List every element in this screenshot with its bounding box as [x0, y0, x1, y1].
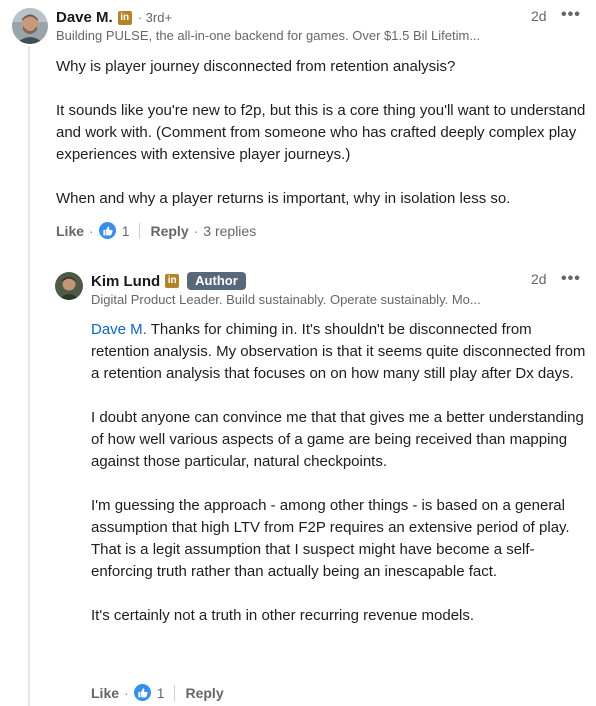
separator-dot: ·	[193, 222, 199, 239]
thumbs-up-icon[interactable]	[133, 684, 151, 701]
comment-timestamp: 2d	[531, 8, 547, 24]
reply-paragraph: I doubt anyone can convince me that that…	[91, 409, 584, 470]
more-options-icon[interactable]: •••	[561, 270, 581, 288]
reply-body: Dave M. Thanks for chiming in. It's shou…	[91, 319, 591, 627]
replies-count-link[interactable]: 3 replies	[203, 223, 256, 239]
reply-paragraph: It's certainly not a truth in other recu…	[91, 607, 475, 624]
avatar-dave[interactable]	[12, 8, 48, 44]
reply-author-headline: Digital Product Leader. Build sustainabl…	[91, 292, 481, 307]
more-options-icon[interactable]: •••	[561, 6, 581, 24]
reply-button[interactable]: Reply	[185, 685, 223, 701]
author-badge: Author	[187, 272, 246, 290]
divider	[174, 684, 176, 701]
linkedin-premium-icon: in	[117, 10, 132, 25]
like-count[interactable]: 1	[157, 685, 165, 701]
divider	[139, 222, 141, 239]
avatar-kim[interactable]	[55, 272, 83, 300]
comment-body: Why is player journey disconnected from …	[56, 56, 586, 210]
reply-button[interactable]: Reply	[150, 223, 188, 239]
thumbs-up-icon[interactable]	[98, 222, 116, 239]
like-count[interactable]: 1	[122, 223, 130, 239]
reply-paragraph-text: Thanks for chiming in. It's shouldn't be…	[91, 321, 586, 382]
thread-line	[28, 46, 30, 706]
reply-timestamp: 2d	[531, 271, 547, 287]
connection-degree: · 3rd+	[137, 10, 173, 25]
comment-author-name[interactable]: Dave M.	[56, 9, 113, 26]
mention-link[interactable]: Dave M.	[91, 321, 147, 338]
comment-paragraph: When and why a player returns is importa…	[56, 190, 511, 207]
reply-paragraph: Dave M. Thanks for chiming in. It's shou…	[91, 319, 591, 385]
reply-paragraph: I'm guessing the approach - among other …	[91, 497, 570, 580]
separator-dot: ·	[89, 222, 94, 239]
like-button[interactable]: Like	[56, 223, 84, 239]
reply-author-name[interactable]: Kim Lund	[91, 273, 160, 290]
reply-actions: Like · 1 Reply	[91, 684, 224, 701]
linkedin-premium-icon: in	[165, 274, 180, 288]
separator-dot: ·	[124, 684, 129, 701]
like-button[interactable]: Like	[91, 685, 119, 701]
comment-paragraph: Why is player journey disconnected from …	[56, 58, 456, 75]
comment-paragraph: It sounds like you're new to f2p, but th…	[56, 102, 586, 163]
comment-actions: Like · 1 Reply · 3 replies	[56, 222, 256, 239]
comment-author-headline: Building PULSE, the all-in-one backend f…	[56, 28, 481, 43]
